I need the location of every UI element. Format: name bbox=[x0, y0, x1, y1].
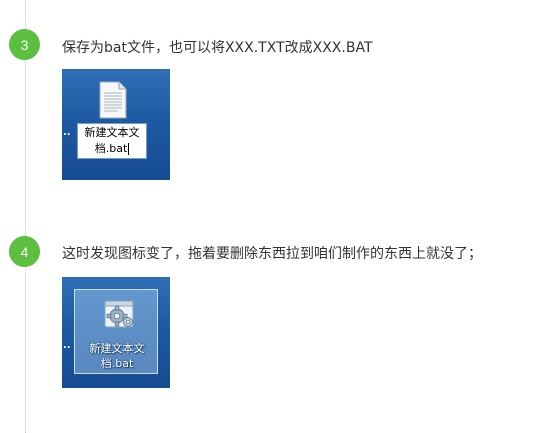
filename-line-2: 档.bat bbox=[100, 357, 134, 370]
filename-rename-input[interactable]: 新建文本文 档.bat bbox=[77, 123, 147, 159]
bat-file-desktop-icon[interactable]: 新建文本文 档.bat bbox=[74, 289, 158, 374]
step-badge-3: 3 bbox=[9, 29, 40, 60]
truncation-dots: .. bbox=[63, 340, 71, 351]
filename-line-1: 新建文本文 bbox=[89, 342, 145, 355]
screenshot-rename-file: .. 新建文本文 档.bat bbox=[62, 69, 170, 180]
batch-file-gear-icon bbox=[104, 300, 134, 328]
step-text-3: 保存为bat文件，也可以将XXX.TXT改成XXX.BAT bbox=[62, 40, 373, 56]
step-text-4: 这时发现图标变了，拖着要删除东西拉到咱们制作的东西上就没了； bbox=[62, 246, 482, 262]
filename-line-2: 档.bat bbox=[94, 142, 128, 155]
truncation-dots: .. bbox=[63, 127, 71, 138]
screenshot-bat-file: .. 新建文本文 档.bat bbox=[62, 277, 170, 388]
bat-file-label: 新建文本文 档.bat bbox=[77, 341, 157, 371]
text-document-icon bbox=[99, 81, 127, 119]
filename-line-1: 新建文本文 bbox=[84, 126, 140, 139]
step-badge-4: 4 bbox=[9, 236, 40, 267]
step-number: 3 bbox=[20, 36, 29, 53]
text-caret bbox=[128, 143, 130, 155]
timeline-line bbox=[25, 0, 26, 433]
step-number: 4 bbox=[20, 243, 29, 260]
